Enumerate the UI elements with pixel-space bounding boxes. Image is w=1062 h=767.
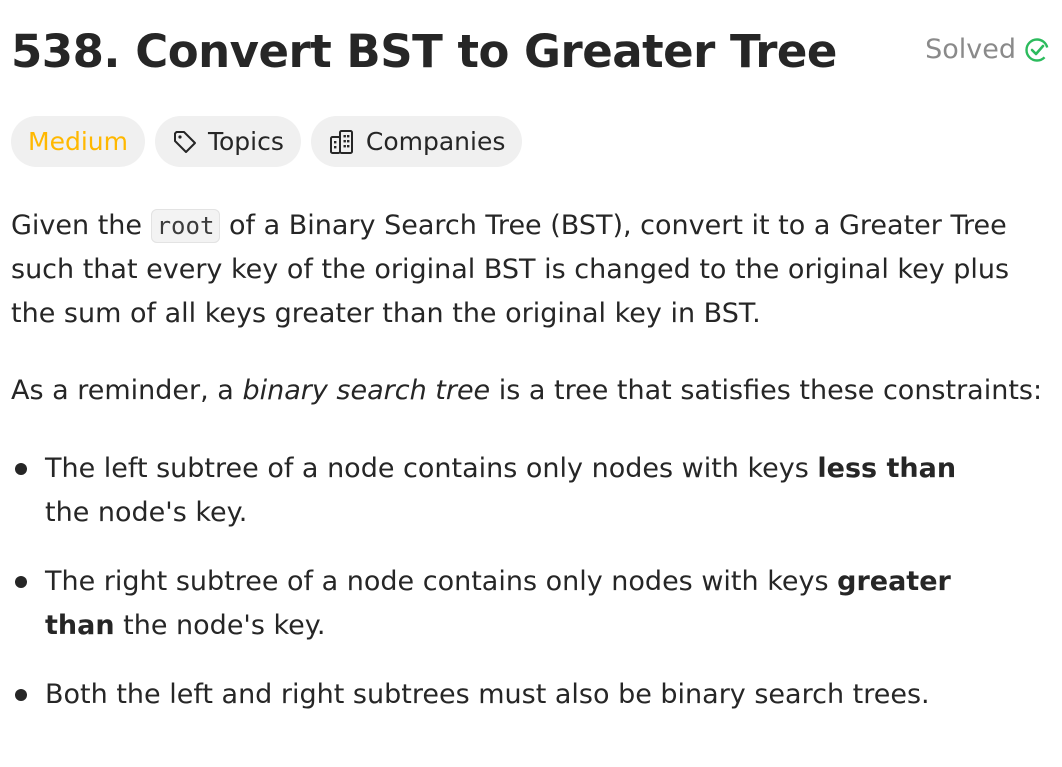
constraint-bold: less than (817, 453, 957, 484)
constraint-text-end: the node's key. (114, 610, 326, 641)
constraint-text: The right subtree of a node contains onl… (45, 566, 838, 597)
companies-button[interactable]: Companies (310, 116, 523, 167)
constraint-text: Both the left and right subtrees must al… (45, 679, 930, 710)
bullet-icon (15, 463, 27, 475)
problem-page: 538. Convert BST to Greater Tree Solved … (0, 0, 1062, 767)
constraint-item-left: The left subtree of a node contains only… (11, 447, 995, 535)
description-paragraph: Given the root of a Binary Search Tree (… (11, 204, 1051, 336)
problem-title[interactable]: 538. Convert BST to Greater Tree (11, 0, 837, 84)
bullet-icon (15, 576, 27, 588)
reminder-text-end: is a tree that satisfies these constrain… (490, 375, 1043, 406)
constraint-text-end: the node's key. (45, 497, 248, 528)
constraint-item-both: Both the left and right subtrees must al… (11, 673, 995, 717)
constraint-list: The left subtree of a node contains only… (11, 447, 1052, 717)
problem-header: 538. Convert BST to Greater Tree Solved (11, 0, 1052, 104)
topics-label: Topics (207, 127, 284, 156)
difficulty-badge[interactable]: Medium (11, 116, 145, 167)
constraint-item-right: The right subtree of a node contains onl… (11, 560, 995, 648)
difficulty-label: Medium (28, 127, 128, 156)
root-code: root (150, 209, 221, 243)
reminder-emphasis: binary search tree (242, 375, 491, 406)
reminder-text-start: As a reminder, a (11, 375, 243, 406)
reminder-paragraph: As a reminder, a binary search tree is a… (11, 369, 1052, 413)
solved-status: Solved (925, 0, 1052, 65)
tag-icon (172, 129, 198, 155)
problem-description: Given the root of a Binary Search Tree (… (11, 204, 1052, 717)
solved-label: Solved (925, 34, 1016, 65)
companies-label: Companies (365, 127, 506, 156)
intro-text-start: Given the (11, 210, 151, 241)
check-circle-icon (1024, 37, 1050, 63)
tag-row: Medium Topics Companies (11, 116, 1052, 167)
constraint-text: The left subtree of a node contains only… (45, 453, 818, 484)
topics-button[interactable]: Topics (154, 116, 301, 167)
building-icon (328, 128, 356, 156)
bullet-icon (15, 689, 27, 701)
